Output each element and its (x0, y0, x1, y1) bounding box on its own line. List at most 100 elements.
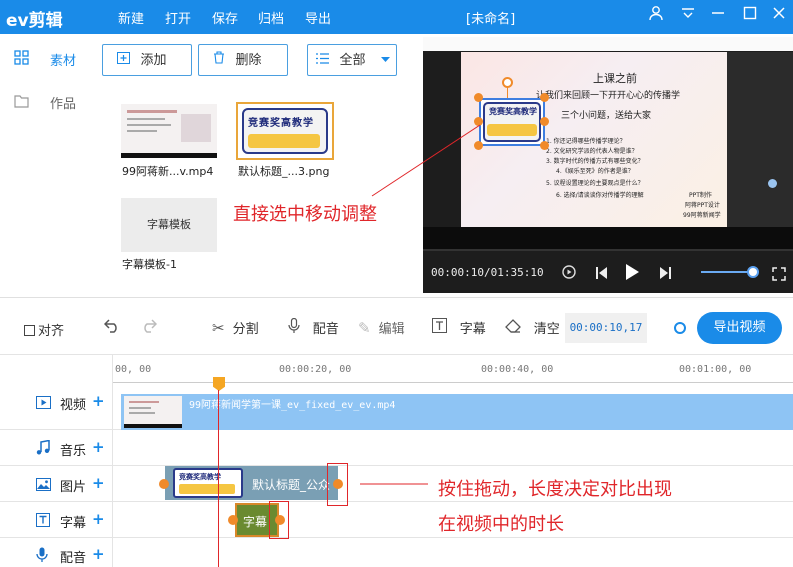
sidebar-item-materials[interactable]: 素材 (14, 50, 76, 69)
track-label-image: 图片 (36, 476, 86, 495)
image-clip[interactable]: 竞赛奖高教学 默认标题_公众 (165, 466, 338, 500)
menu-save[interactable]: 保存 (212, 8, 238, 27)
text-icon (36, 513, 54, 531)
ruler-tick-label: 00:01:00, 00 (679, 364, 752, 375)
preview-panel: 上课之前 让我们来回顾一下开开心心的传播学 三个小问题，送给大家 1. 你还记得… (423, 37, 793, 293)
document-title: [未命名] (466, 12, 516, 27)
list-icon (316, 52, 333, 68)
volume-knob[interactable] (746, 266, 759, 278)
time-readout: 00:00:10/01:35:10 (431, 266, 544, 279)
resize-handle[interactable] (474, 117, 483, 126)
add-image-track-button[interactable]: + (92, 474, 105, 492)
delete-button[interactable]: 删除 (198, 44, 288, 76)
volume-slider[interactable] (701, 266, 759, 278)
menu-open[interactable]: 打开 (165, 8, 191, 27)
track-label-video: 视频 (36, 394, 86, 413)
text-box-icon (432, 318, 452, 337)
slide-corner: 99阿蒋新闻学 (683, 212, 721, 219)
add-button[interactable]: 添加 (102, 44, 192, 76)
play-icon[interactable] (624, 263, 640, 285)
menu-new[interactable]: 新建 (118, 8, 144, 27)
export-video-button[interactable]: 导出视频 (697, 312, 782, 344)
dropdown-menu-icon[interactable] (677, 5, 699, 27)
folder-icon (14, 94, 30, 112)
slide-line: 6. 选择/请谈谈你对传播学的理解 (556, 192, 644, 199)
clear-label: 清空 (533, 322, 560, 337)
selected-sticker[interactable]: 竞赛奖高教学 (479, 98, 545, 146)
track-label-text: 视频 (60, 398, 87, 413)
slide-corner: 阿蒋PPT设计 (685, 202, 720, 209)
menu-export[interactable]: 导出 (305, 8, 331, 27)
sidebar-item-works[interactable]: 作品 (14, 93, 76, 112)
media-thumb-image[interactable]: 竞赛奖高教学 (236, 102, 334, 160)
record-indicator-icon[interactable] (674, 322, 686, 334)
redo-icon[interactable] (140, 318, 158, 337)
fullscreen-icon[interactable] (772, 266, 786, 285)
video-clip[interactable]: 99阿蒋新闻学第一课_ev_fixed_ev_ev.mp4 (121, 394, 793, 430)
filter-select[interactable]: 全部 (307, 44, 397, 76)
track-label-music: 音乐 (36, 439, 87, 459)
checkbox-icon (24, 325, 35, 336)
edit-button[interactable]: ✎ 编辑 (358, 318, 405, 337)
slide-corner: PPT制作 (689, 192, 712, 199)
add-label: 添加 (140, 53, 167, 68)
split-button[interactable]: ✂ 分割 (212, 318, 259, 337)
timecode-display[interactable]: 00:00:10,17 (565, 313, 647, 343)
add-subtitle-track-button[interactable]: + (92, 510, 105, 528)
add-music-track-button[interactable]: + (92, 438, 105, 456)
resize-handle[interactable] (474, 141, 483, 150)
edit-label: 编辑 (378, 322, 405, 337)
align-label: 对齐 (38, 324, 65, 339)
highlight-box (327, 463, 348, 506)
dub-button[interactable]: 配音 (288, 317, 339, 337)
resize-handle[interactable] (540, 93, 549, 102)
subtitle-clip-name: 字幕 (243, 515, 268, 529)
media-caption: 默认标题_...3.png (238, 165, 330, 178)
next-icon[interactable] (658, 265, 672, 284)
resize-handle[interactable] (540, 117, 549, 126)
resize-handle[interactable] (540, 141, 549, 150)
music-icon (36, 439, 54, 459)
slide-line: 2. 文化研究学派的代表人物是谁？ (546, 148, 638, 155)
slide-line: 1. 你还记得哪些传播学理论？ (546, 138, 626, 145)
video-clip-name: 99阿蒋新闻学第一课_ev_fixed_ev_ev.mp4 (189, 400, 396, 411)
resize-handle[interactable] (474, 93, 483, 102)
track-label-text: 配音 (60, 551, 87, 566)
ruler-tick-label: 00:00:20, 00 (279, 364, 352, 375)
track-label-text: 图片 (60, 480, 87, 495)
clip-trim-handle[interactable] (159, 479, 169, 489)
app-logo-text: ev剪辑 (6, 11, 63, 31)
undo-icon[interactable] (103, 318, 121, 337)
sticker-text: 竞赛奖高教学 (248, 118, 314, 129)
add-video-track-button[interactable]: + (92, 392, 105, 410)
media-thumb-video[interactable] (121, 104, 217, 158)
sticker-text: 竞赛奖高教学 (179, 473, 221, 481)
ruler-tick-label: 00:00:40, 00 (481, 364, 554, 375)
scissors-icon: ✂ (212, 319, 225, 337)
clear-button[interactable]: 清空 (505, 318, 560, 337)
user-icon[interactable] (645, 5, 667, 27)
pencil-icon: ✎ (358, 319, 371, 337)
replay-icon[interactable] (561, 264, 577, 284)
rotate-handle[interactable] (502, 77, 513, 88)
annotation-timeline-note-1: 按住拖动，长度决定对比出现 (438, 479, 672, 500)
minimize-icon[interactable] (707, 5, 729, 27)
menu-archive[interactable]: 归档 (258, 8, 284, 27)
add-dub-track-button[interactable]: + (92, 545, 105, 563)
previous-icon[interactable] (595, 265, 609, 284)
app-logo: ev剪辑 (6, 6, 63, 31)
align-checkbox[interactable]: 对齐 (24, 320, 64, 339)
subtitle-button[interactable]: 字幕 (432, 318, 486, 337)
dub-label: 配音 (312, 322, 339, 337)
current-time: 00:00:10 (431, 266, 484, 279)
add-icon (117, 52, 134, 68)
clip-trim-handle[interactable] (228, 515, 238, 525)
media-thumb-subtitle-template[interactable]: 字幕模板 (121, 198, 217, 252)
maximize-icon[interactable] (739, 5, 761, 27)
video-icon (36, 396, 54, 413)
close-icon[interactable] (768, 5, 790, 27)
track-label-dub: 配音 (36, 547, 86, 566)
caret-down-icon (381, 45, 390, 75)
track-label-text: 字幕 (60, 516, 87, 531)
track-label-text: 音乐 (60, 444, 87, 459)
